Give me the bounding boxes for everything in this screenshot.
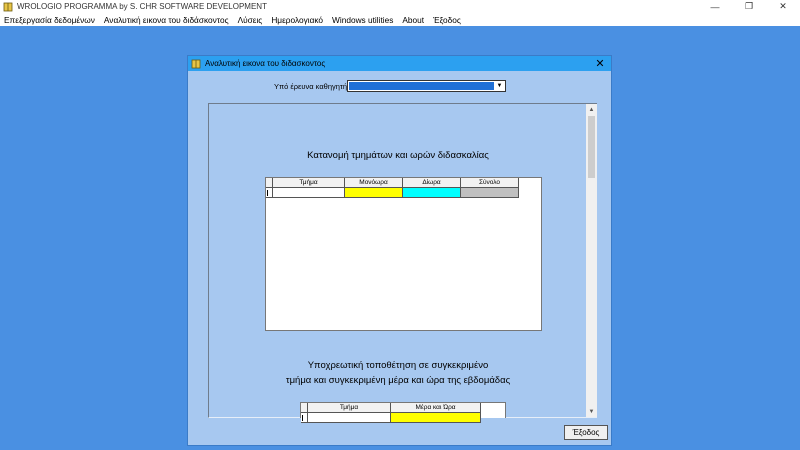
grid-corner (301, 403, 308, 413)
professor-label: Υπό έρευνα καθηγητής: (274, 82, 353, 91)
restore-button[interactable]: ❐ (732, 0, 766, 13)
professor-select-value (349, 82, 494, 90)
window-close-button[interactable]: ✕ (766, 0, 800, 13)
triangle-down-icon[interactable]: ▼ (494, 81, 505, 91)
book-icon (3, 2, 13, 11)
dialog-titlebar: Αναλυτική εικονα του διδασκοντος ✕ (188, 56, 611, 71)
menu-item-windows-utilities[interactable]: Windows utilities (332, 15, 393, 25)
column-header-double-hours[interactable]: Δίωρα (403, 178, 461, 188)
distribution-grid-header: Τμήμα Μονόωρα Δίωρα Σύνολο (266, 178, 519, 188)
dialog-close-button[interactable]: ✕ (593, 56, 607, 71)
cell-class[interactable] (273, 188, 345, 198)
professor-select[interactable]: ▼ (347, 80, 506, 92)
menu-item-calendar[interactable]: Ημερολογιακό (271, 15, 323, 25)
column-header-class[interactable]: Τμήμα (308, 403, 391, 413)
grid-corner (266, 178, 273, 188)
section2-title-line1: Υποχρεωτική τοποθέτηση σε συγκεκριμένο (307, 360, 489, 371)
scrollbar-thumb[interactable] (588, 116, 595, 178)
menu-bar: Επεξεργασία δεδομένων Αναλυτική εικονα τ… (0, 13, 800, 26)
window-titlebar: WROLOGIO PROGRAMMA by S. CHR SOFTWARE DE… (0, 0, 800, 13)
fixed-placement-grid[interactable]: Τμήμα Μέρα και Ώρα (300, 402, 506, 423)
distribution-grid[interactable]: Τμήμα Μονόωρα Δίωρα Σύνολο (265, 177, 542, 331)
minimize-button[interactable]: — (698, 0, 732, 13)
table-row[interactable] (266, 188, 519, 198)
menu-item-data-editing[interactable]: Επεξεργασία δεδομένων (4, 15, 95, 25)
cell-double-hours[interactable] (403, 188, 461, 198)
row-selector[interactable] (266, 188, 273, 198)
column-header-total[interactable]: Σύνολο (461, 178, 519, 188)
scroll-panel[interactable]: Κατανομή τμημάτων και ωρών διδασκαλίας Τ… (208, 103, 597, 423)
vertical-scrollbar[interactable]: ▲ ▼ (586, 104, 597, 417)
dialog-title: Αναλυτική εικονα του διδασκοντος (205, 59, 326, 68)
cell-single-hours[interactable] (345, 188, 403, 198)
menu-item-about[interactable]: About (402, 15, 424, 25)
menu-item-teacher-overview[interactable]: Αναλυτική εικονα του διδάσκοντος (104, 15, 229, 25)
chevron-up-icon[interactable]: ▲ (586, 104, 597, 115)
menu-item-exit[interactable]: Έξοδος (433, 15, 461, 25)
section1-title: Κατανομή τμημάτων και ωρών διδασκαλίας (307, 150, 489, 161)
cell-total[interactable] (461, 188, 519, 198)
section2-title-line2: τμήμα και συγκεκριμένη μέρα και ώρα της … (285, 375, 511, 386)
column-header-day-and-hour[interactable]: Μέρα και Ώρα (391, 403, 481, 413)
window-controls: — ❐ ✕ (698, 0, 800, 13)
cell-day-and-hour[interactable] (391, 413, 481, 423)
cell-class[interactable] (308, 413, 391, 423)
book-icon (191, 59, 201, 68)
exit-button[interactable]: Έξοδος (564, 425, 608, 440)
table-row[interactable] (301, 413, 481, 423)
workspace-area: Αναλυτική εικονα του διδασκοντος ✕ Υπό έ… (0, 26, 800, 450)
chevron-down-icon[interactable]: ▼ (586, 406, 597, 417)
teacher-overview-dialog: Αναλυτική εικονα του διδασκοντος ✕ Υπό έ… (187, 55, 612, 446)
column-header-class[interactable]: Τμήμα (273, 178, 345, 188)
column-header-single-hours[interactable]: Μονόωρα (345, 178, 403, 188)
app-title: WROLOGIO PROGRAMMA by S. CHR SOFTWARE DE… (17, 2, 267, 11)
fixed-placement-grid-header: Τμήμα Μέρα και Ώρα (301, 403, 481, 413)
menu-item-solutions[interactable]: Λύσεις (238, 15, 263, 25)
row-selector[interactable] (301, 413, 308, 423)
